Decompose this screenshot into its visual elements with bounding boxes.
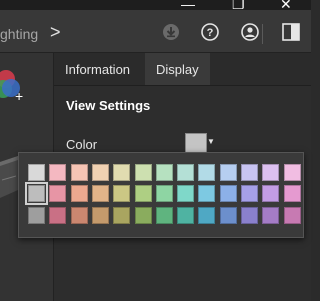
chevron-right-icon[interactable]: > bbox=[50, 22, 61, 43]
color-swatch[interactable] bbox=[198, 185, 215, 202]
color-swatch[interactable] bbox=[262, 207, 279, 224]
color-label: Color bbox=[66, 137, 98, 152]
color-swatch[interactable] bbox=[220, 185, 237, 202]
tab-information[interactable]: Information bbox=[54, 53, 141, 85]
color-swatch[interactable] bbox=[135, 207, 152, 224]
user-icon[interactable] bbox=[241, 23, 259, 41]
color-swatch[interactable] bbox=[284, 207, 301, 224]
color-swatch[interactable] bbox=[92, 164, 109, 181]
color-swatch[interactable] bbox=[49, 207, 66, 224]
help-icon[interactable]: ? bbox=[201, 23, 219, 41]
svg-text:+: + bbox=[15, 88, 23, 103]
download-icon[interactable] bbox=[162, 23, 180, 41]
color-swatch-button[interactable] bbox=[185, 133, 207, 153]
toolbar: ghting > ? bbox=[0, 10, 311, 53]
color-swatch[interactable] bbox=[135, 185, 152, 202]
color-palette-popup bbox=[18, 152, 304, 238]
color-swatch[interactable] bbox=[156, 185, 173, 202]
color-swatch[interactable] bbox=[241, 207, 258, 224]
color-swatch[interactable] bbox=[28, 207, 45, 224]
color-swatch[interactable] bbox=[220, 207, 237, 224]
svg-text:?: ? bbox=[207, 27, 214, 39]
cube-preview-icon bbox=[0, 156, 18, 198]
color-swatch[interactable] bbox=[92, 207, 109, 224]
tab-bar: Information Display bbox=[54, 53, 311, 86]
color-swatch[interactable] bbox=[113, 207, 130, 224]
breadcrumb[interactable]: ghting bbox=[0, 26, 38, 42]
color-swatch[interactable] bbox=[25, 182, 48, 205]
color-swatch[interactable] bbox=[156, 207, 173, 224]
tab-display[interactable]: Display bbox=[145, 53, 210, 85]
color-swatch[interactable] bbox=[92, 185, 109, 202]
color-swatch[interactable] bbox=[113, 185, 130, 202]
color-swatch[interactable] bbox=[71, 164, 88, 181]
color-swatch[interactable] bbox=[262, 185, 279, 202]
panel-toggle-icon[interactable] bbox=[282, 23, 300, 41]
color-swatch[interactable] bbox=[177, 207, 194, 224]
color-swatch[interactable] bbox=[135, 164, 152, 181]
color-wheel-icon[interactable]: + bbox=[0, 63, 26, 103]
color-swatch[interactable] bbox=[241, 185, 258, 202]
toolbar-divider bbox=[262, 24, 263, 44]
section-title: View Settings bbox=[66, 98, 151, 113]
color-swatch[interactable] bbox=[198, 164, 215, 181]
color-swatch[interactable] bbox=[177, 164, 194, 181]
color-swatch[interactable] bbox=[241, 164, 258, 181]
caret-down-icon[interactable]: ▼ bbox=[207, 137, 215, 146]
color-swatch[interactable] bbox=[198, 207, 215, 224]
color-swatch[interactable] bbox=[71, 185, 88, 202]
color-swatch[interactable] bbox=[220, 164, 237, 181]
color-swatch[interactable] bbox=[284, 164, 301, 181]
color-swatch[interactable] bbox=[177, 185, 194, 202]
color-swatch[interactable] bbox=[113, 164, 130, 181]
color-swatch[interactable] bbox=[49, 164, 66, 181]
color-swatch[interactable] bbox=[49, 185, 66, 202]
color-swatch[interactable] bbox=[262, 164, 279, 181]
color-swatch[interactable] bbox=[71, 207, 88, 224]
color-swatch[interactable] bbox=[156, 164, 173, 181]
color-swatch[interactable] bbox=[28, 164, 45, 181]
title-bar: — ❐ ✕ bbox=[0, 0, 311, 11]
color-swatch[interactable] bbox=[284, 185, 301, 202]
